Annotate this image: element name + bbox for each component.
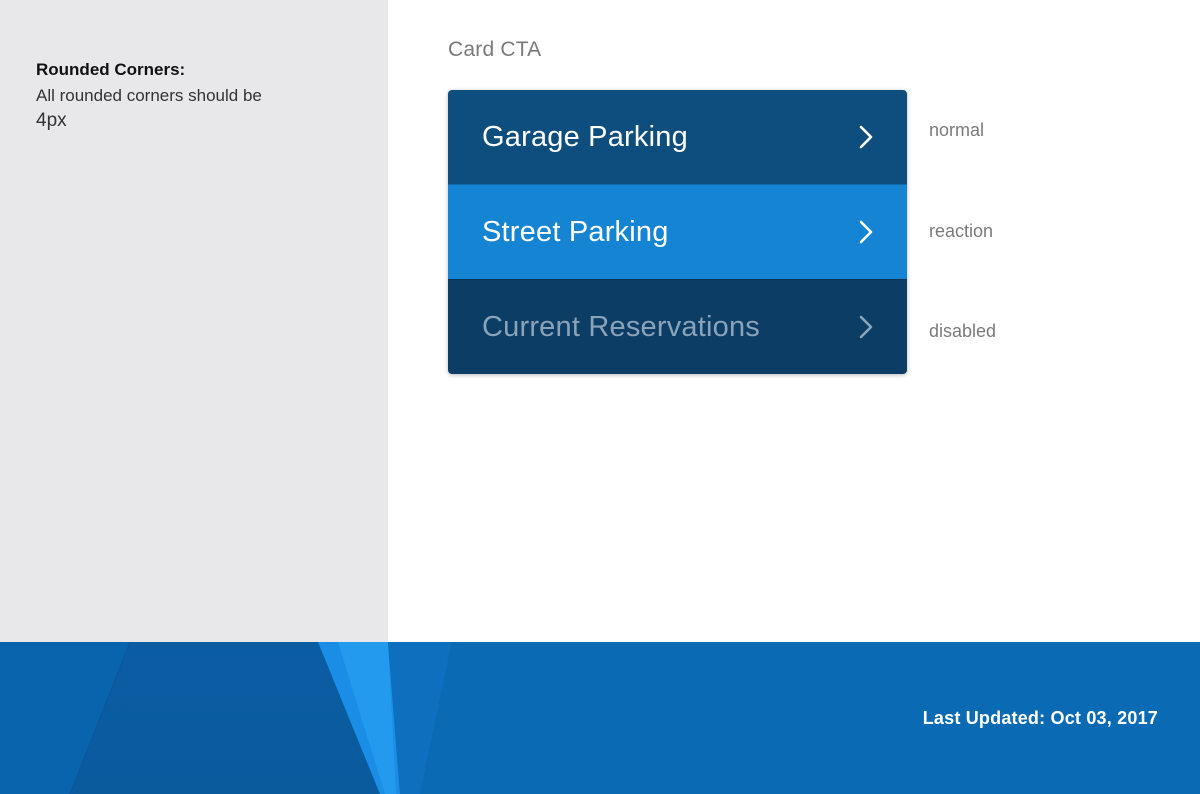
cta-label: Garage Parking [482,120,688,153]
cta-current-reservations: Current Reservations [448,279,907,374]
cta-label: Street Parking [482,215,669,248]
left-panel: Rounded Corners: All rounded corners sho… [0,0,388,642]
card-cta: Garage Parking Street Parking Current Re… [448,90,907,374]
note-text: All rounded corners should be [36,86,262,105]
cta-garage-parking[interactable]: Garage Parking [448,90,907,184]
chevron-right-icon [855,125,877,149]
state-label-normal: normal [929,120,985,140]
note-value: 4px [36,110,67,131]
state-label-disabled: disabled [929,321,997,341]
chevron-right-icon [855,220,877,244]
section-title: Card CTA [448,38,542,61]
state-label-reaction: reaction [929,221,994,241]
rounded-corners-note: Rounded Corners: All rounded corners sho… [36,60,336,133]
chevron-right-icon [855,315,877,339]
last-updated: Last Updated: Oct 03, 2017 [922,708,1158,728]
footer: Last Updated: Oct 03, 2017 [0,642,1200,794]
cta-label: Current Reservations [482,310,760,343]
cta-street-parking[interactable]: Street Parking [448,184,907,279]
note-title: Rounded Corners: [36,60,186,79]
